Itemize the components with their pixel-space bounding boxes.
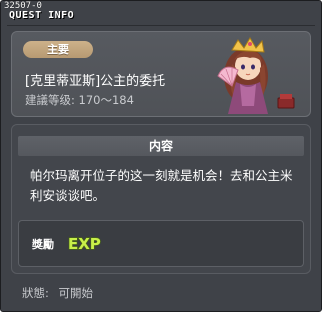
quest-description: 帕尔玛离开位子的这一刻就是机会！去和公主米利安谈谈吧。 (30, 168, 293, 203)
status-value: 可開始 (58, 286, 94, 300)
level-range: 170～184 (78, 93, 134, 107)
recommended-level: 建議等级: 170～184 (25, 92, 134, 108)
quest-summary-panel: 主要 [克里蒂亚斯]公主的委托 建議等级: 170～184 (11, 31, 311, 117)
reward-label: 獎勵 (32, 238, 54, 251)
quest-detail-panel: 内容 帕尔玛离开位子的这一刻就是机会！去和公主米利安谈谈吧。 獎勵 EXP (11, 124, 311, 274)
quest-status: 狀態: 可開始 (22, 285, 99, 301)
status-label: 狀態: (22, 286, 49, 300)
window-title: QUEST INFO (9, 10, 75, 21)
title-divider (7, 25, 315, 26)
quest-name: [克里蒂亚斯]公主的委托 (25, 74, 166, 89)
content-header: 内容 (18, 136, 304, 156)
exp-icon-text: EXP (68, 235, 101, 253)
quest-info-window: 32507-0 QUEST INFO 主要 [克里蒂亚斯]公主的委托 建議等级:… (0, 0, 322, 312)
reward-box: 獎勵 EXP (18, 220, 304, 267)
category-badge: 主要 (23, 41, 93, 58)
level-label: 建議等级: (25, 93, 75, 107)
exp-icon: EXP (67, 234, 101, 253)
npc-portrait (217, 37, 295, 114)
